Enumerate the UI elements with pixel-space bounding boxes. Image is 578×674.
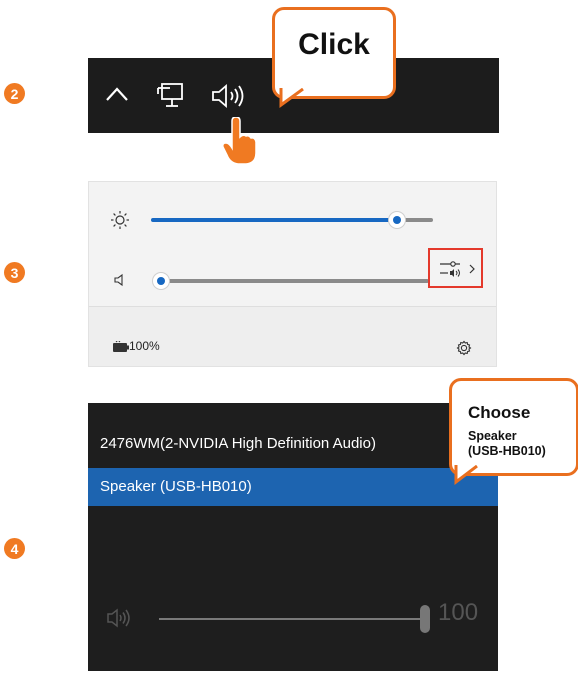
choose-callout-detail: Speaker (USB-HB010) — [468, 429, 546, 458]
choose-callout-tail — [454, 465, 478, 485]
choose-callout-title: Choose — [468, 403, 531, 422]
audio-output-list: 2476WM(2-NVIDIA High Definition Audio) S… — [88, 403, 498, 671]
brightness-slider-thumb[interactable] — [389, 212, 405, 228]
chevron-up-icon[interactable] — [104, 84, 130, 104]
volume-track — [161, 279, 429, 283]
output-volume-value: 100 — [438, 599, 479, 626]
output-volume-slider-thumb[interactable] — [420, 605, 430, 633]
gear-icon[interactable] — [456, 340, 472, 356]
volume-slider-thumb[interactable] — [153, 273, 169, 289]
speaker-icon — [107, 608, 130, 628]
chevron-right-icon — [469, 264, 475, 274]
click-callout-text: Click — [298, 28, 370, 61]
step-number-3: 3 — [4, 262, 25, 283]
battery-percentage: 100% — [129, 339, 160, 353]
speaker-mute-icon — [114, 273, 123, 287]
brightness-track-fill — [151, 218, 397, 222]
click-callout-tail — [279, 88, 304, 108]
click-callout: Click — [272, 7, 396, 99]
audio-output-button[interactable] — [428, 248, 483, 288]
quick-settings-panel: 100% — [88, 181, 497, 367]
audio-output-icon — [440, 261, 460, 277]
pointer-hand-icon — [222, 117, 257, 165]
output-volume-track — [159, 618, 423, 620]
brightness-icon — [111, 211, 129, 229]
step-number-2: 2 — [4, 83, 25, 104]
speaker-icon[interactable] — [210, 82, 248, 110]
device-item-speaker-usb[interactable]: Speaker (USB-HB010) — [88, 468, 498, 506]
network-icon[interactable] — [156, 80, 186, 110]
battery-icon — [113, 341, 129, 352]
step-number-4: 4 — [4, 538, 25, 559]
device-item-nvidia[interactable]: 2476WM(2-NVIDIA High Definition Audio) — [88, 425, 498, 463]
choose-callout: Choose Speaker (USB-HB010) — [449, 378, 578, 476]
quick-settings-footer — [89, 306, 496, 366]
